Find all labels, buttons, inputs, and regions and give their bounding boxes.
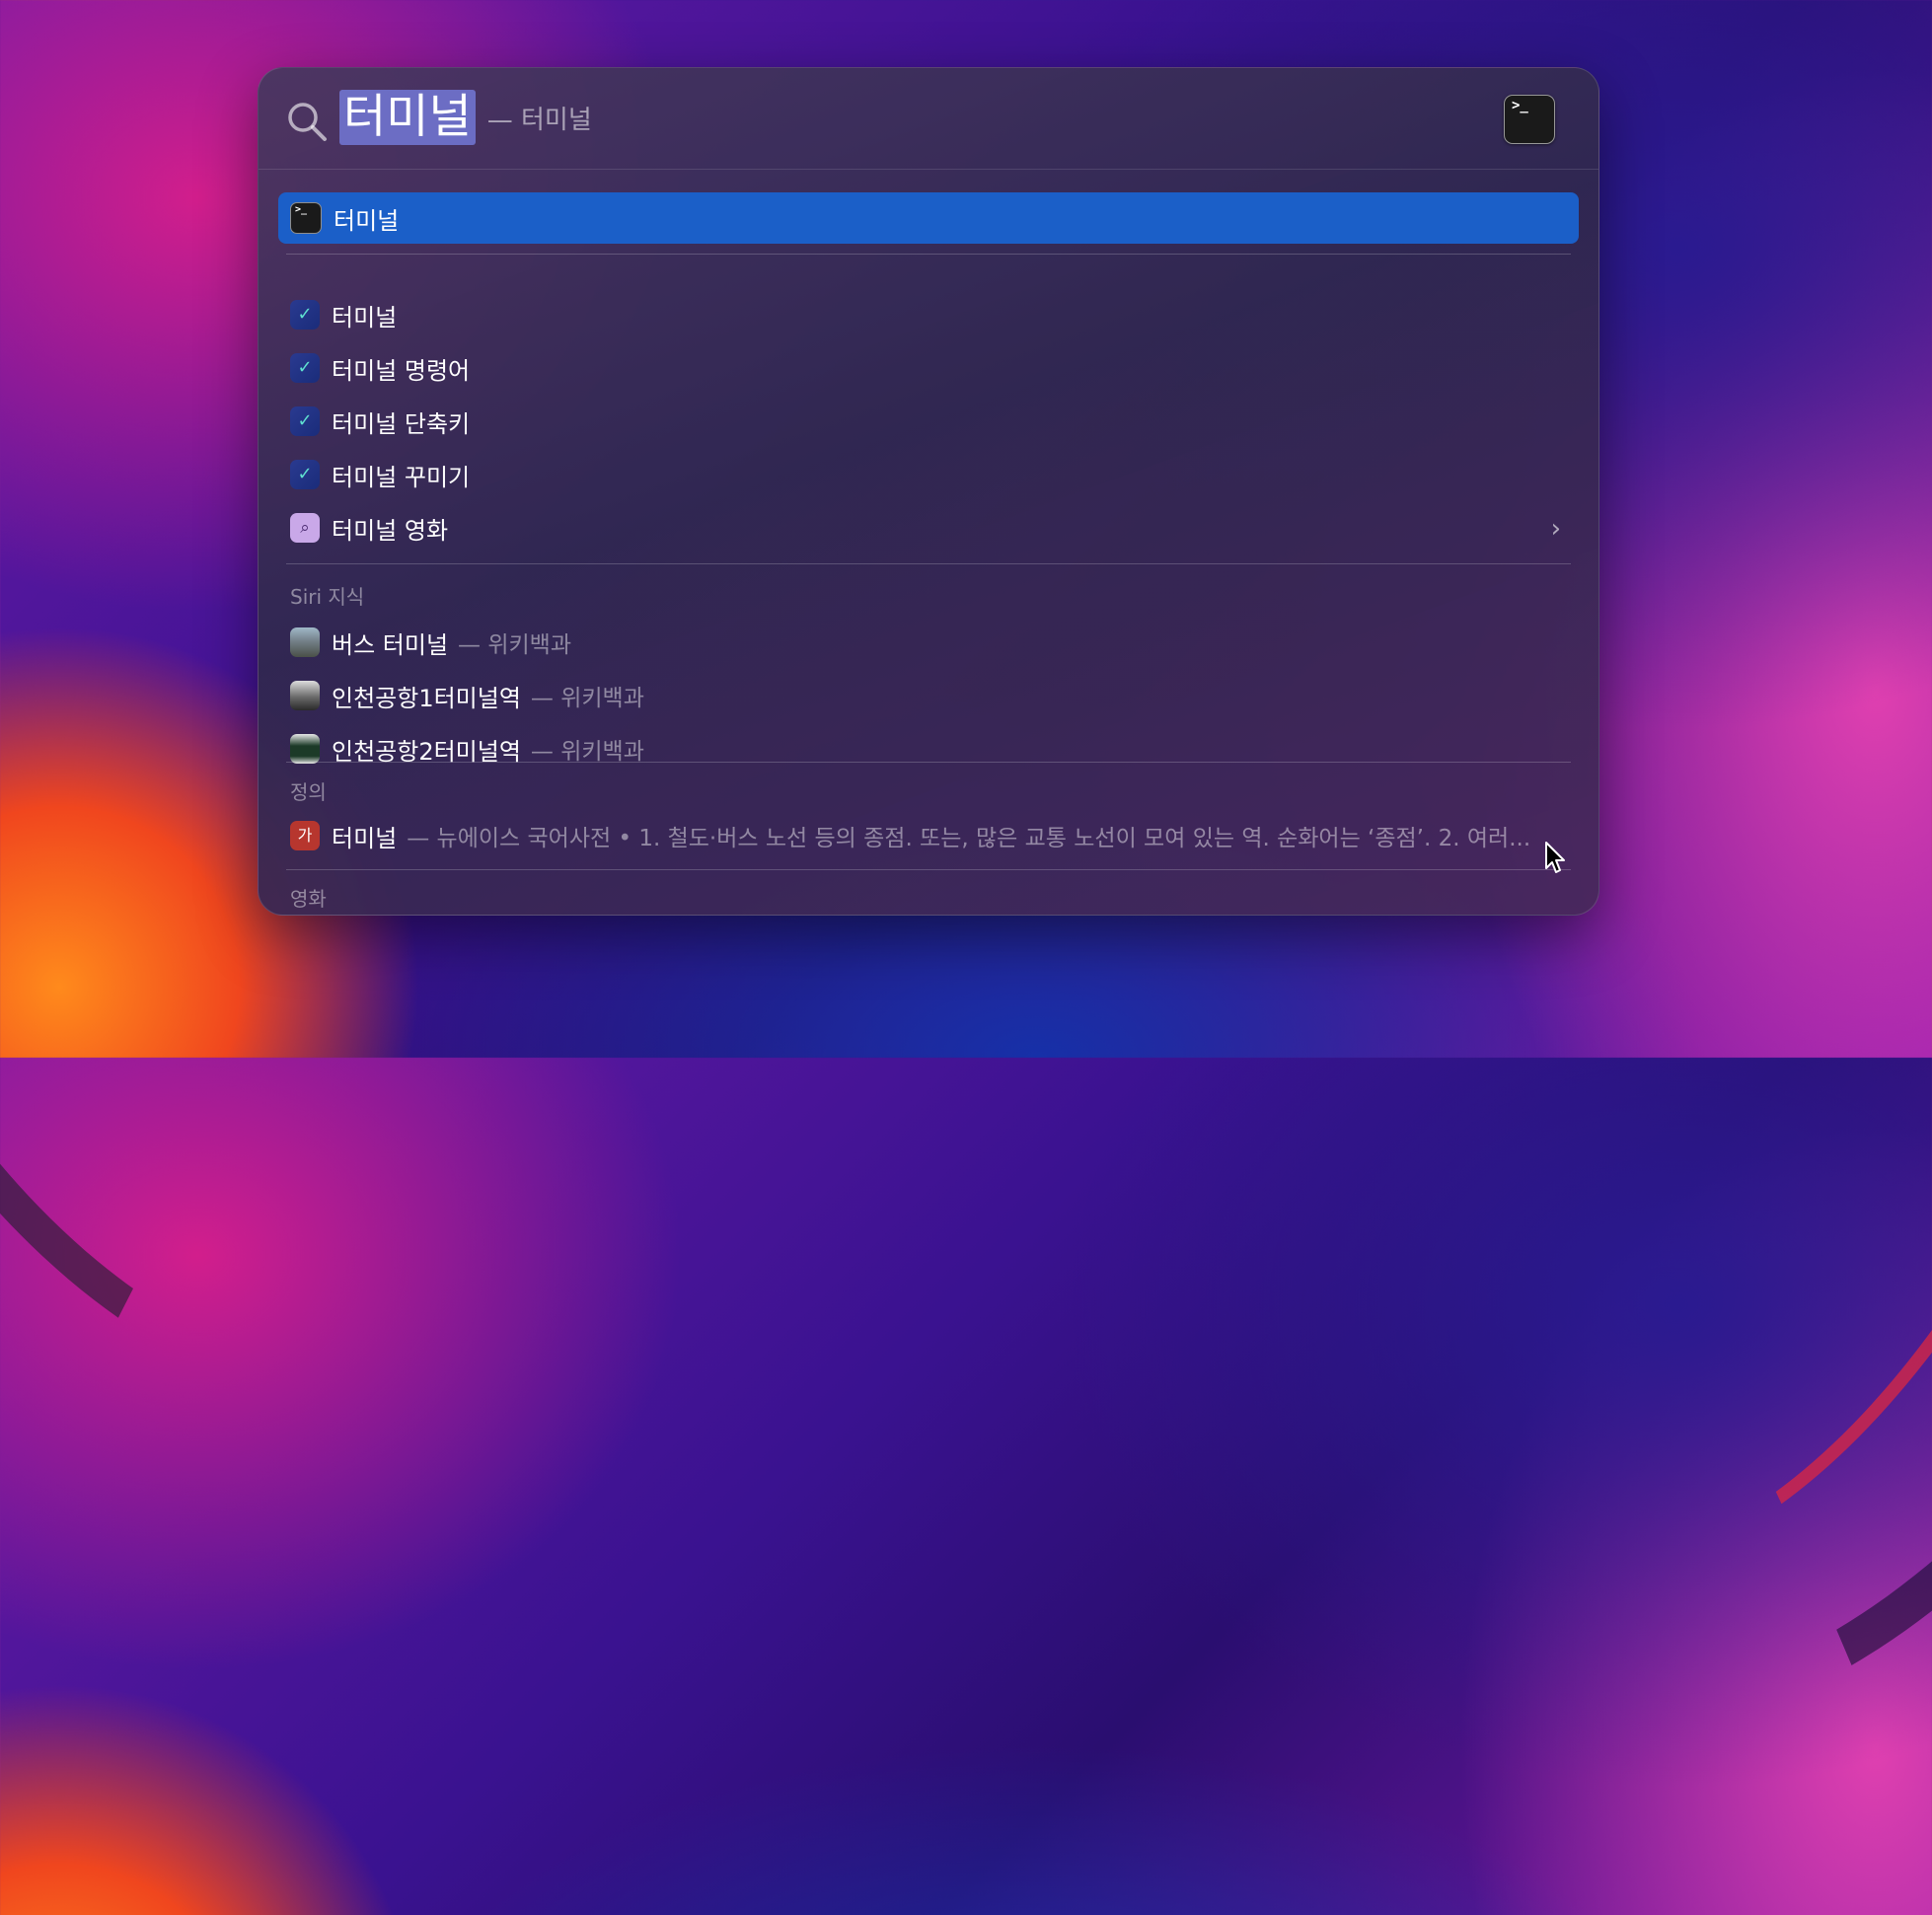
knowledge-source: — 위키백과	[530, 739, 644, 765]
list-item[interactable]: 가 터미널 — 뉴에이스 국어사전 • 1. 철도·버스 노선 등의 종점. 또…	[278, 814, 1579, 857]
suggestion-label: 터미널 명령어	[332, 356, 471, 385]
list-item[interactable]: 인천공항2터미널역 — 위키백과	[278, 727, 1579, 771]
list-item[interactable]: 버스 터미널 — 위키백과	[278, 621, 1579, 664]
bird-icon: ✓	[290, 300, 320, 330]
station-thumbnail	[290, 734, 320, 764]
divider	[286, 254, 1571, 255]
search-web-icon: ⌕	[290, 513, 320, 543]
list-item[interactable]: ✓ 터미널 명령어	[278, 346, 1579, 390]
spotlight-search-bar: 터미널 — 터미널 >_	[259, 68, 1598, 170]
section-header-siri-knowledge: Siri 지식	[290, 585, 365, 609]
bus-terminal-thumbnail	[290, 627, 320, 657]
station-thumbnail	[290, 681, 320, 710]
divider	[286, 762, 1571, 763]
bird-icon: ✓	[290, 353, 320, 383]
divider	[286, 563, 1571, 564]
terminal-icon: >_	[290, 202, 322, 234]
suggestion-label: 터미널 단축키	[332, 409, 471, 438]
search-icon	[288, 103, 327, 141]
top-hit-item[interactable]: >_ 터미널	[278, 196, 1579, 240]
suggestion-label: 터미널	[332, 303, 398, 331]
section-header-movies: 영화	[290, 887, 327, 911]
top-hit-label: 터미널	[334, 206, 400, 235]
spotlight-panel: 터미널 — 터미널 >_ >_ 터미널 ✓ 터미널 ✓ 터미널 명령어 ✓ 터미…	[258, 67, 1599, 916]
suggestion-label: 터미널 영화	[332, 516, 449, 545]
search-input[interactable]: 터미널 — 터미널	[339, 88, 592, 147]
search-completion-hint: — 터미널	[486, 105, 592, 135]
results-list: >_ 터미널 ✓ 터미널 ✓ 터미널 명령어 ✓ 터미널 단축키 ✓ 터미널 꾸…	[259, 169, 1598, 915]
list-item[interactable]: ✓ 터미널 단축키	[278, 400, 1579, 443]
terminal-prompt-glyph: >_	[1512, 98, 1528, 113]
suggestion-label: 터미널 꾸미기	[332, 463, 471, 491]
divider	[286, 869, 1571, 870]
mouse-cursor-icon	[1545, 842, 1565, 873]
knowledge-source: — 위키백과	[458, 632, 571, 658]
bird-icon: ✓	[290, 406, 320, 436]
list-item[interactable]: 인천공항1터미널역 — 위키백과	[278, 674, 1579, 717]
chevron-right-icon[interactable]: ›	[1551, 514, 1561, 544]
knowledge-title: 버스 터미널	[332, 630, 449, 659]
bird-icon: ✓	[290, 460, 320, 489]
search-query-text: 터미널	[339, 90, 476, 145]
list-item[interactable]: ✓ 터미널 꾸미기	[278, 453, 1579, 496]
knowledge-title: 인천공항1터미널역	[332, 684, 521, 712]
terminal-app-icon[interactable]: >_	[1504, 95, 1555, 144]
dictionary-icon: 가	[290, 821, 320, 850]
definition-text: — 뉴에이스 국어사전 • 1. 철도·버스 노선 등의 종점. 또는, 많은 …	[407, 826, 1531, 851]
list-item[interactable]: ✓ 터미널	[278, 293, 1579, 336]
knowledge-source: — 위키백과	[530, 686, 644, 711]
section-header-definition: 정의	[290, 780, 327, 804]
definition-title: 터미널	[332, 824, 398, 852]
list-item[interactable]: ⌕ 터미널 영화 ›	[278, 506, 1579, 550]
